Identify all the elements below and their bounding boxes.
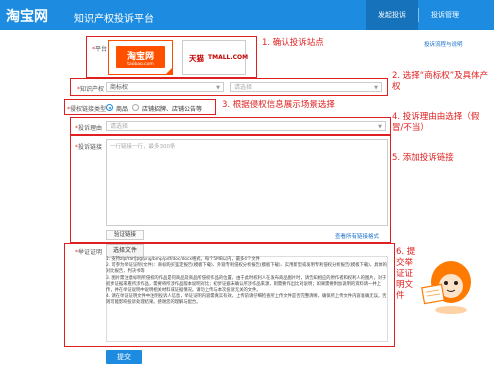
annotation-frame-5 [70,135,391,243]
annotation-2: 2. 选择“商标权”及具体产权 [392,71,489,92]
instruction-line: 3. 图片需注意标明所侵权的作品是何商品及商品所侵权作品的位置，由于此时权利人在… [106,275,387,294]
annotation-frame-1 [86,36,257,78]
annotation-frame-4 [70,117,391,135]
annotation-3: 3. 根据侵权信息展示场景选择 [222,100,335,110]
submit-button[interactable]: 提交 [106,350,142,364]
mascot-icon [421,261,471,314]
link-format-link[interactable]: 查看所有链接格式 [335,232,379,240]
tab-new-complaint[interactable]: 发起投诉 [366,0,418,30]
mascot-caption: 淘宝网 [429,258,445,264]
mascot-illustration: 淘宝网 [415,252,477,316]
evidence-label: *举证证明 [75,249,103,256]
annotation-4: 4. 投诉理由由选择（假冒/不当） [392,112,480,133]
taobao-logo[interactable]: 淘宝网 [6,6,48,26]
annotation-frame-2 [70,78,388,96]
platform-title: 知识产权投诉平台 [74,14,154,25]
complaint-process-link[interactable]: 投诉流程与说明 [424,40,463,48]
top-bar: 淘宝网 知识产权投诉平台 发起投诉 投诉管理 [0,0,494,30]
annotation-5: 5. 添加投诉链接 [392,153,454,163]
tab-complaint-management[interactable]: 投诉管理 [419,0,471,30]
verify-links-button[interactable]: 验证链接 [106,230,144,240]
instruction-line: 4. 请在举证证明文件中注明投诉人信息，举证证明内容需真实有效，上传前请仔细检查… [106,294,387,306]
annotation-frame-3 [64,99,216,115]
annotation-1: 1. 确认投诉站点 [262,38,324,48]
evidence-instructions: 1. 支持zip/rar/jpg/png/bmp/pdf/doc/docx格式，… [106,257,388,307]
instruction-line: 2. 可参为举证证明(文件)：商标购买鉴定报告(模板下载)、外观专利侵权分析报告… [106,263,387,275]
